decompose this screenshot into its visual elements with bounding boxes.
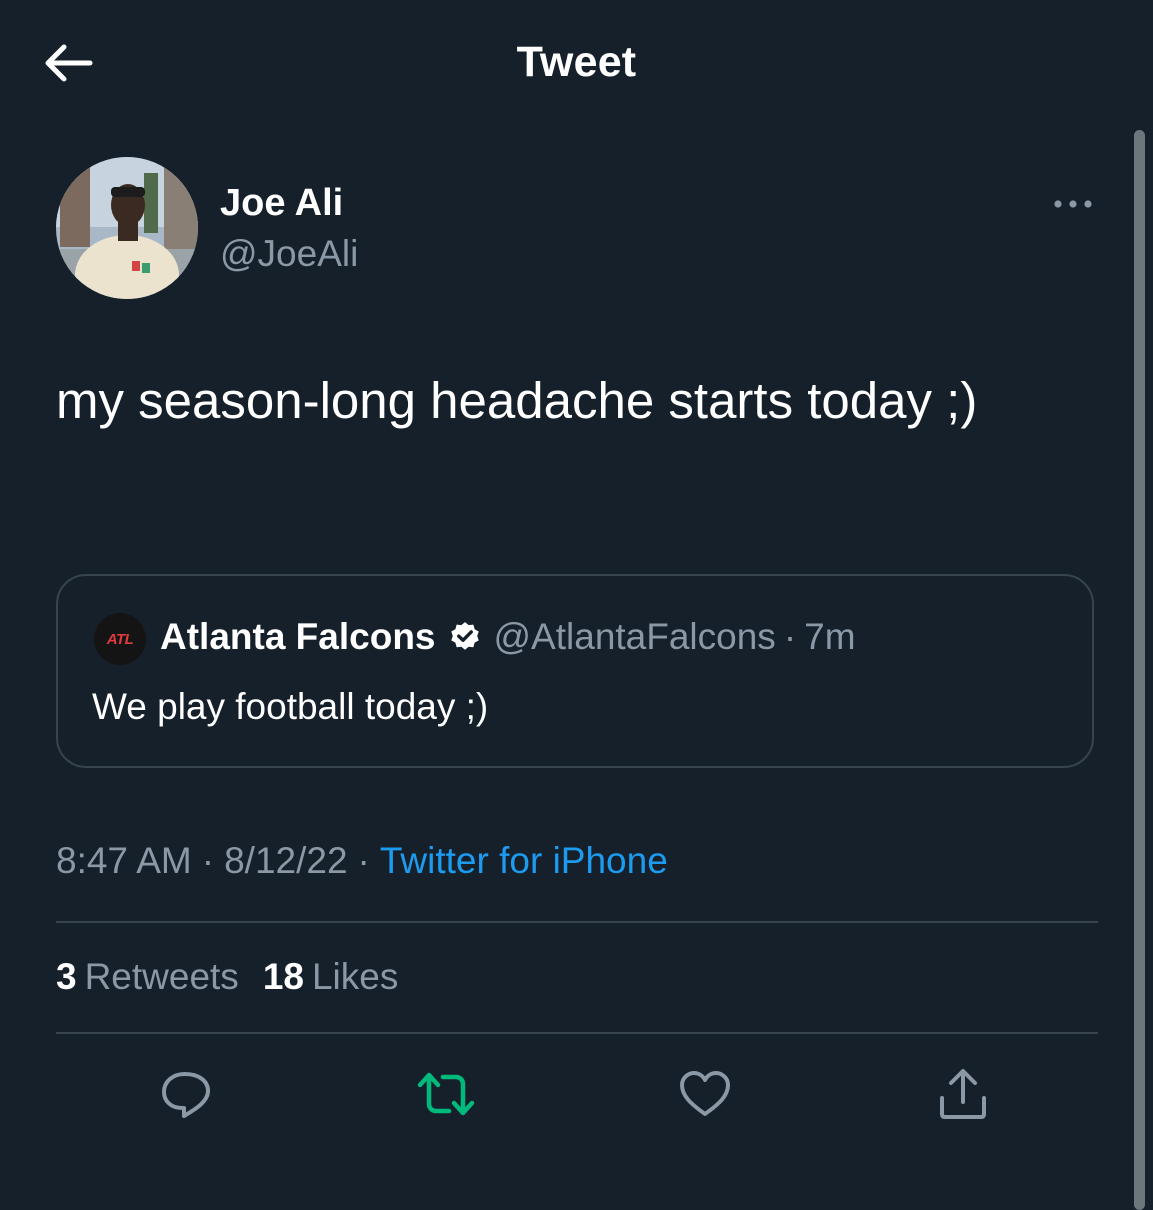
- tweet-text: my season-long headache starts today ;): [56, 372, 978, 429]
- divider: [56, 921, 1098, 923]
- verified-icon: [448, 620, 482, 654]
- author-handle[interactable]: @JoeAli: [220, 233, 358, 275]
- tweet-stats: 3 Retweets 18 Likes: [56, 956, 398, 998]
- avatar[interactable]: [56, 157, 198, 299]
- reply-button[interactable]: [156, 1064, 216, 1124]
- tweet-date[interactable]: 8/12/22: [224, 840, 347, 881]
- share-button[interactable]: [933, 1064, 993, 1124]
- likes-stat[interactable]: 18 Likes: [263, 956, 399, 998]
- quoted-author-handle: @AtlantaFalcons: [493, 616, 776, 657]
- heart-icon: [680, 1071, 730, 1116]
- page-title: Tweet: [516, 38, 637, 86]
- separator-dot: ·: [783, 616, 797, 657]
- author-name[interactable]: Joe Ali: [220, 182, 343, 225]
- more-horizontal-icon: [1054, 200, 1092, 208]
- tweet-time[interactable]: 8:47 AM: [56, 840, 192, 881]
- avatar-photo: [56, 157, 198, 299]
- quoted-text: We play football today ;): [92, 686, 489, 727]
- reply-icon: [162, 1072, 210, 1118]
- quoted-age: 7m: [804, 616, 856, 657]
- quoted-author-name: Atlanta Falcons: [160, 616, 436, 657]
- scrollbar[interactable]: [1134, 130, 1145, 1210]
- likes-count: 18: [262, 956, 304, 997]
- atl-logo: ATL: [106, 630, 134, 648]
- tweet-meta: 8:47 AM · 8/12/22 · Twitter for iPhone: [56, 840, 668, 882]
- retweets-stat[interactable]: 3 Retweets: [56, 956, 239, 998]
- quoted-avatar: ATL: [94, 613, 146, 665]
- retweet-button[interactable]: [416, 1064, 476, 1124]
- separator-dot: ·: [357, 840, 370, 881]
- quoted-header: Atlanta Falcons @AtlantaFalcons · 7m: [160, 616, 856, 658]
- share-icon: [940, 1069, 986, 1119]
- divider: [56, 1032, 1098, 1034]
- likes-label: Likes: [311, 956, 399, 997]
- like-button[interactable]: [675, 1064, 735, 1124]
- retweet-icon: [417, 1072, 475, 1116]
- separator-dot: ·: [201, 840, 215, 881]
- retweets-count: 3: [56, 956, 77, 997]
- tweet-source-link[interactable]: Twitter for iPhone: [380, 840, 668, 881]
- quoted-tweet[interactable]: ATL Atlanta Falcons @AtlantaFalcons · 7m…: [56, 574, 1094, 768]
- more-button[interactable]: [1050, 190, 1096, 218]
- retweets-label: Retweets: [84, 956, 239, 997]
